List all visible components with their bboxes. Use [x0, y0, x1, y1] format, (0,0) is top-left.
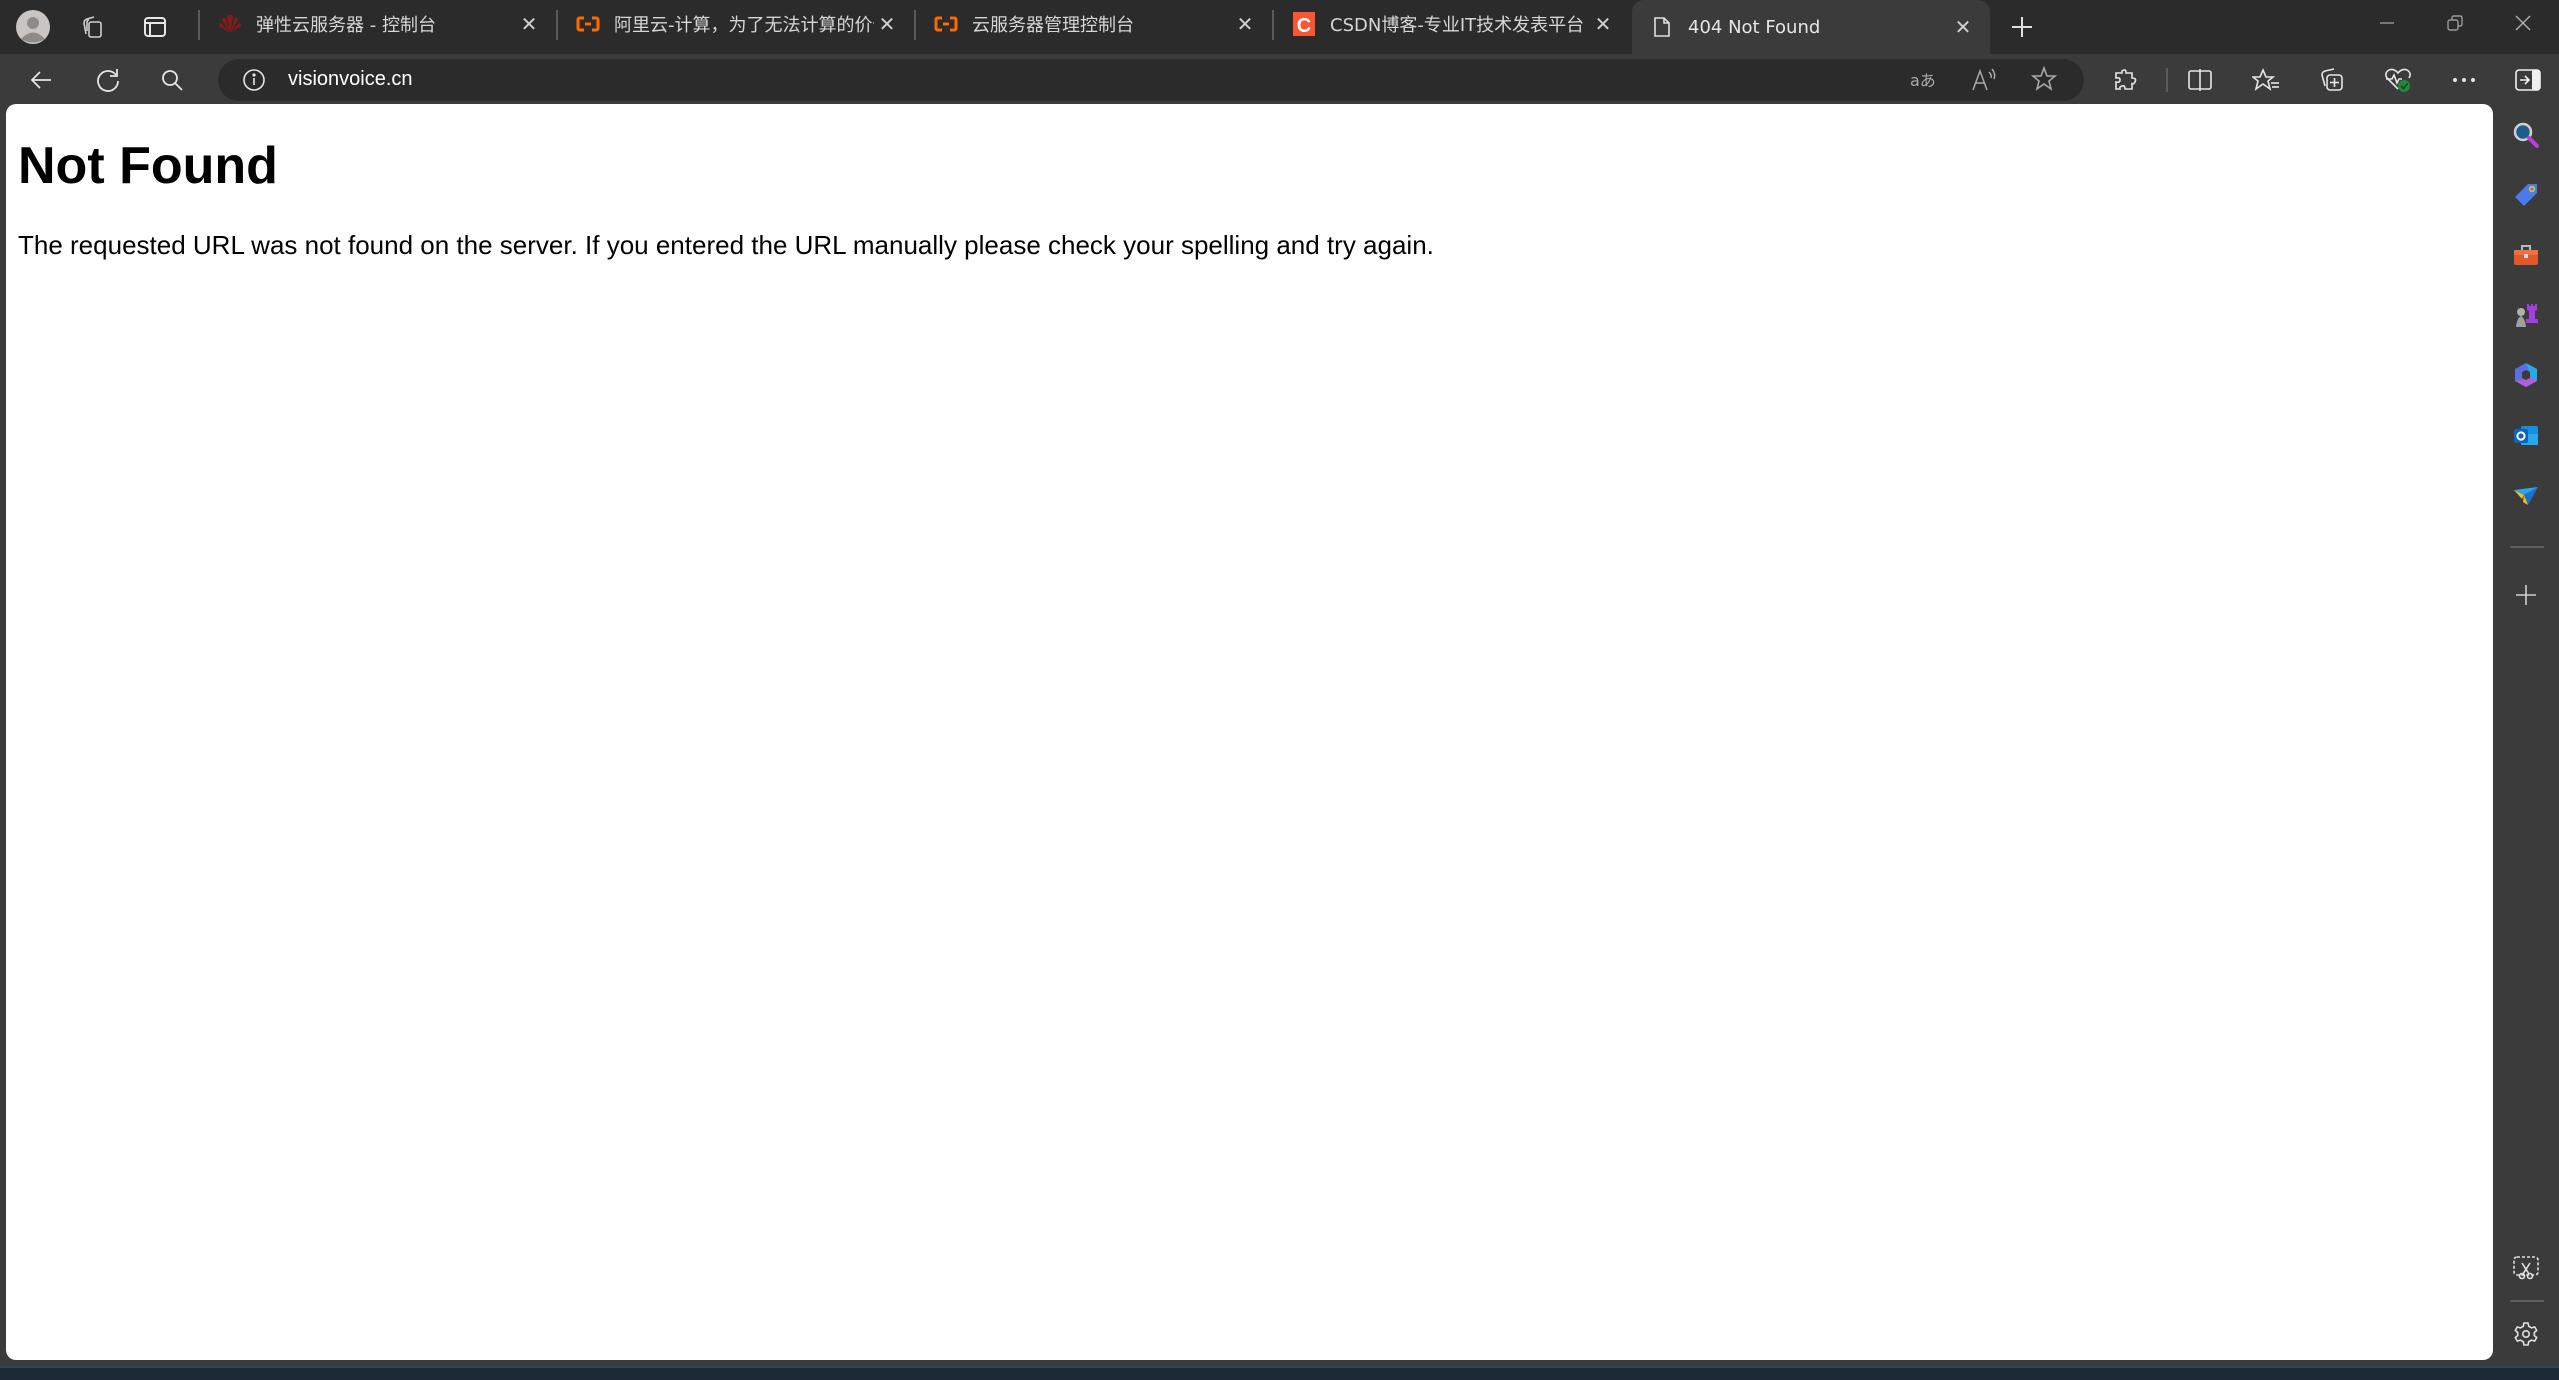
sidebar-search-button[interactable] — [2506, 115, 2546, 155]
tab-separator — [914, 10, 916, 40]
page-viewport: Not Found The requested URL was not foun… — [6, 104, 2493, 1360]
tab-separator — [556, 10, 558, 40]
error-message: The requested URL was not found on the s… — [18, 230, 1434, 260]
refresh-icon — [97, 69, 119, 92]
browser-essentials-button[interactable] — [2378, 60, 2418, 100]
extensions-icon — [2115, 69, 2137, 90]
info-icon — [243, 69, 265, 91]
tab-aliyun-console[interactable]: 云服务器管理控制台 ✕ — [914, 0, 1272, 48]
edge-sidebar — [2493, 104, 2559, 1366]
sidebar-toggle-button[interactable] — [2508, 60, 2548, 100]
sidebar-add-button[interactable] — [2506, 575, 2546, 615]
extensions-button[interactable] — [2106, 60, 2146, 100]
games-chess-icon — [2516, 304, 2538, 327]
toolbox-icon — [2514, 245, 2538, 265]
search-icon — [162, 70, 183, 91]
tab-close-button[interactable]: ✕ — [1950, 14, 1976, 40]
workspaces-button[interactable] — [74, 8, 112, 46]
tab-title: 弹性云服务器 - 控制台 — [256, 15, 436, 36]
sidebar-settings-button[interactable] — [2506, 1314, 2546, 1354]
svg-text:aあ: aあ — [1910, 71, 1936, 90]
collections-button[interactable] — [2312, 60, 2352, 100]
tab-aliyun-home[interactable]: 阿里云-计算，为了无法计算的价值 ✕ — [556, 0, 914, 48]
page-icon — [1650, 15, 1674, 39]
add-favorite-button[interactable] — [2030, 65, 2058, 93]
svg-text:C: C — [1297, 15, 1311, 36]
address-bar[interactable]: visionvoice.cn aあ — [218, 59, 2084, 101]
tab-close-button[interactable]: ✕ — [1232, 11, 1258, 37]
back-icon — [30, 71, 51, 89]
tab-separator — [198, 10, 200, 40]
tab-title: CSDN博客-专业IT技术发表平台 — [1330, 15, 1585, 36]
back-button[interactable] — [21, 60, 61, 100]
read-aloud-button[interactable] — [1970, 66, 1998, 94]
sidebar-divider — [2510, 1300, 2544, 1302]
sidebar-games-button[interactable] — [2506, 295, 2546, 335]
translate-button[interactable]: aあ — [1910, 66, 1938, 94]
url-text[interactable]: visionvoice.cn — [288, 68, 413, 91]
new-tab-button[interactable] — [2002, 8, 2042, 46]
vertical-tabs-icon — [144, 17, 166, 37]
restore-button[interactable] — [2421, 0, 2489, 46]
sidebar-divider — [2510, 546, 2544, 548]
sidebar-screenshot-button[interactable] — [2506, 1248, 2546, 1288]
navigation-toolbar: visionvoice.cn aあ — [0, 54, 2559, 104]
microsoft-365-icon — [2515, 363, 2537, 387]
profile-avatar[interactable] — [14, 8, 52, 46]
profile-icon — [16, 10, 50, 44]
tab-separator — [1272, 10, 1274, 40]
csdn-icon: C — [1292, 12, 1316, 36]
collections-icon — [2321, 68, 2343, 91]
outlook-icon — [2514, 426, 2538, 445]
settings-gear-icon — [2514, 1322, 2538, 1346]
favorites-icon — [2252, 67, 2279, 91]
drop-paper-plane-icon — [2514, 487, 2538, 505]
tab-close-button[interactable]: ✕ — [874, 11, 900, 37]
tab-title: 云服务器管理控制台 — [972, 15, 1134, 36]
split-screen-icon — [2188, 69, 2212, 91]
more-icon — [2453, 78, 2475, 82]
shopping-tag-icon — [2515, 184, 2537, 206]
read-aloud-icon — [1972, 68, 1996, 91]
refresh-button[interactable] — [88, 60, 128, 100]
screenshot-scissors-icon — [2513, 1256, 2539, 1280]
translate-icon: aあ — [1910, 71, 1936, 90]
sidebar-toggle-icon — [2515, 69, 2541, 91]
tab-huawei-ecs[interactable]: 弹性云服务器 - 控制台 ✕ — [198, 0, 556, 48]
close-icon — [2515, 15, 2531, 31]
favorite-star-icon — [2030, 65, 2058, 91]
close-window-button[interactable] — [2489, 0, 2557, 46]
sidebar-outlook-button[interactable] — [2506, 415, 2546, 455]
restore-icon — [2447, 15, 2463, 31]
tab-close-button[interactable]: ✕ — [1590, 11, 1616, 37]
split-screen-button[interactable] — [2180, 60, 2220, 100]
tab-strip: 弹性云服务器 - 控制台 ✕ 阿里云-计算，为了无法计算的价值 ✕ 云服务器管理… — [0, 0, 2559, 54]
sidebar-shopping-button[interactable] — [2506, 175, 2546, 215]
workspaces-icon — [83, 16, 102, 38]
sidebar-tools-button[interactable] — [2506, 235, 2546, 275]
vertical-tabs-button[interactable] — [136, 8, 174, 46]
tab-close-button[interactable]: ✕ — [516, 11, 542, 37]
browser-essentials-icon — [2385, 68, 2411, 92]
tab-csdn[interactable]: C CSDN博客-专业IT技术发表平台 ✕ — [1272, 0, 1630, 48]
huawei-cloud-icon — [218, 12, 242, 36]
tab-404-not-found[interactable]: 404 Not Found ✕ — [1632, 0, 1990, 54]
sidebar-m365-button[interactable] — [2506, 355, 2546, 395]
site-info-button[interactable] — [242, 68, 266, 92]
sidebar-search-icon — [2513, 122, 2539, 148]
plus-icon — [2516, 585, 2536, 605]
more-button[interactable] — [2444, 60, 2484, 100]
minimize-icon — [2380, 22, 2394, 24]
aliyun-icon — [934, 12, 958, 36]
minimize-button[interactable] — [2353, 0, 2421, 46]
favorites-button[interactable] — [2246, 60, 2286, 100]
plus-icon — [2012, 17, 2032, 37]
tab-title: 阿里云-计算，为了无法计算的价值 — [614, 15, 874, 36]
tab-title: 404 Not Found — [1688, 16, 1821, 38]
page-title: Not Found — [18, 137, 278, 195]
aliyun-icon — [576, 12, 600, 36]
sidebar-drop-button[interactable] — [2506, 475, 2546, 515]
toolbar-divider — [2166, 68, 2168, 92]
search-button[interactable] — [152, 60, 192, 100]
